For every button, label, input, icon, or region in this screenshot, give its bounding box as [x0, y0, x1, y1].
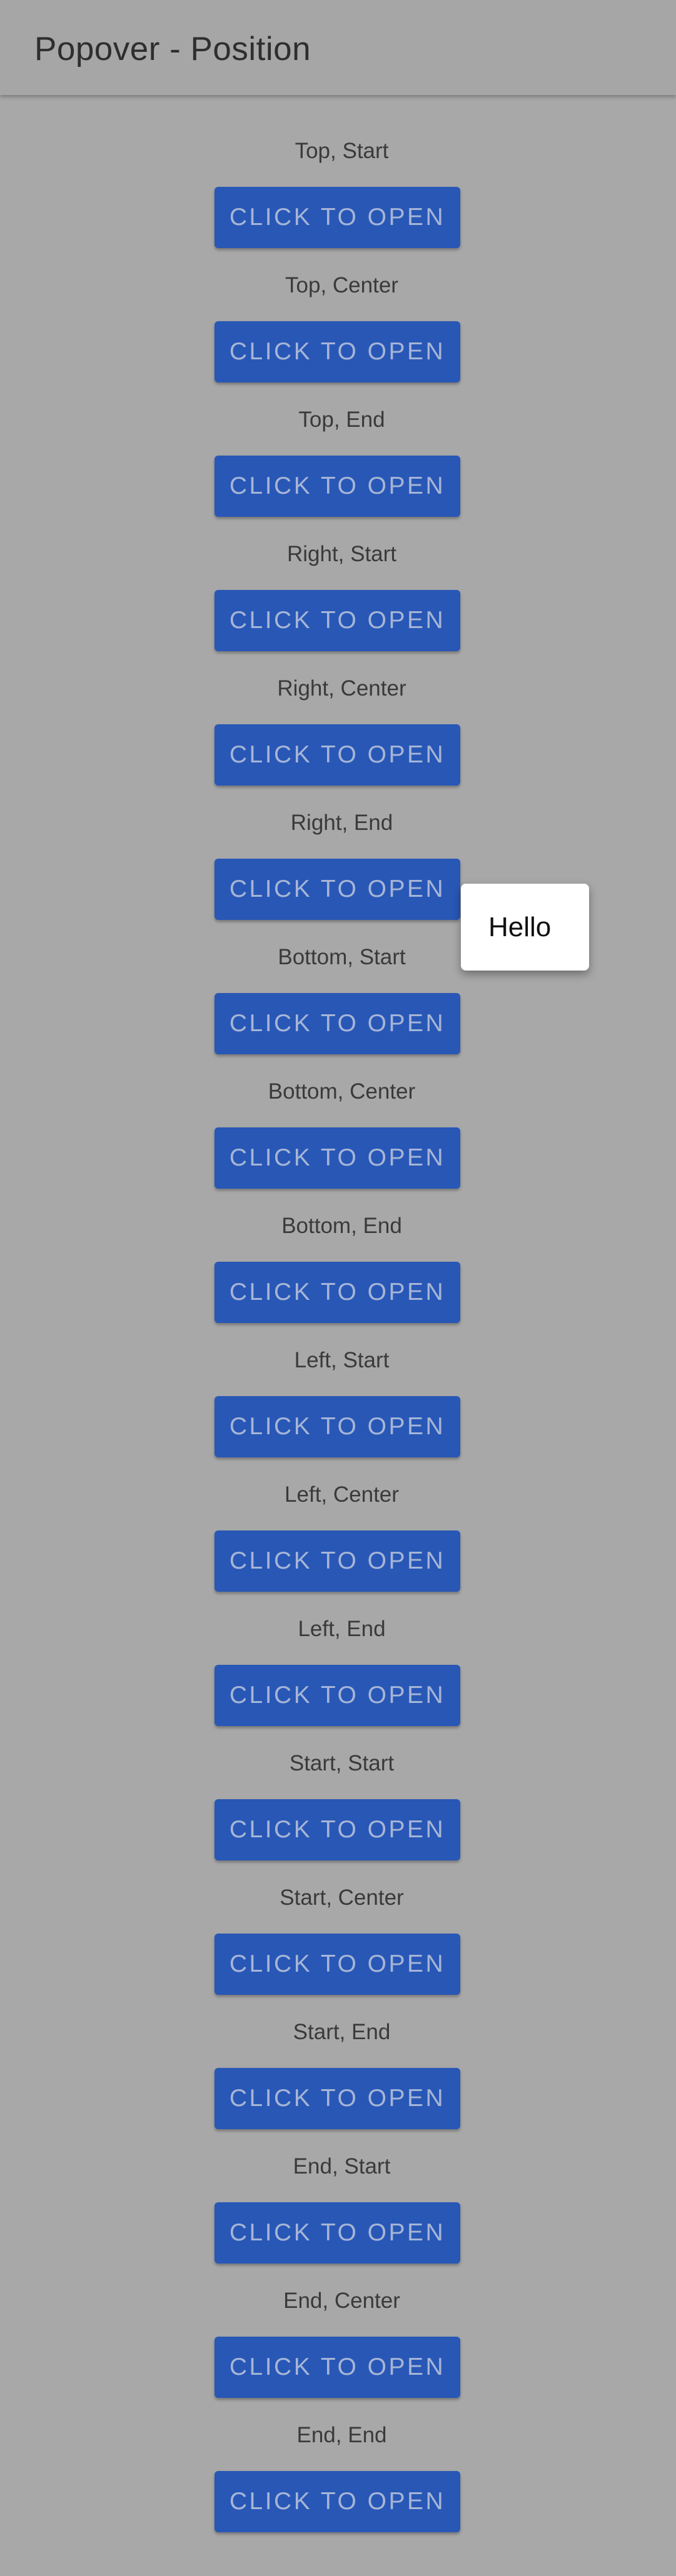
section-top-end: Top, End CLICK TO OPEN — [0, 364, 676, 517]
section-left-center: Left, Center CLICK TO OPEN — [0, 1439, 676, 1592]
section-start-end: Start, End CLICK TO OPEN — [0, 1976, 676, 2129]
click-to-open-button[interactable]: CLICK TO OPEN — [214, 2471, 460, 2532]
click-to-open-button[interactable]: CLICK TO OPEN — [214, 187, 460, 248]
section-label: Left, End — [298, 1617, 386, 1641]
section-left-end: Left, End CLICK TO OPEN — [0, 1573, 676, 1726]
popover-text: Hello — [488, 911, 552, 942]
click-to-open-button[interactable]: CLICK TO OPEN — [214, 1799, 460, 1860]
click-to-open-button[interactable]: CLICK TO OPEN — [214, 2068, 460, 2129]
app-bar: Popover - Position — [0, 0, 676, 95]
click-to-open-button[interactable]: CLICK TO OPEN — [214, 456, 460, 517]
section-right-end: Right, End CLICK TO OPEN — [0, 767, 676, 920]
click-to-open-button[interactable]: CLICK TO OPEN — [214, 321, 460, 382]
click-to-open-button[interactable]: CLICK TO OPEN — [214, 2337, 460, 2398]
section-label: End, End — [296, 2423, 387, 2447]
section-label: Left, Start — [294, 1348, 390, 1372]
click-to-open-button[interactable]: CLICK TO OPEN — [214, 590, 460, 651]
section-start-start: Start, Start CLICK TO OPEN — [0, 1707, 676, 1860]
section-right-start: Right, Start CLICK TO OPEN — [0, 498, 676, 651]
popover: Hello — [461, 884, 589, 971]
section-top-start: Top, Start CLICK TO OPEN — [0, 95, 676, 248]
section-label: Start, Start — [289, 1751, 395, 1775]
click-to-open-button[interactable]: CLICK TO OPEN — [214, 1127, 460, 1189]
section-end-start: End, Start CLICK TO OPEN — [0, 2110, 676, 2264]
page-title: Popover - Position — [34, 31, 311, 67]
section-label: Bottom, Center — [268, 1079, 416, 1104]
section-label: Start, Center — [280, 1885, 404, 1910]
section-bottom-end: Bottom, End CLICK TO OPEN — [0, 1170, 676, 1323]
section-label: Top, End — [298, 407, 385, 432]
popover-position-list: Top, Start CLICK TO OPEN Top, Center CLI… — [0, 95, 676, 2532]
section-label: Right, Start — [286, 542, 397, 566]
section-bottom-center: Bottom, Center CLICK TO OPEN — [0, 1036, 676, 1189]
section-label: Bottom, End — [281, 1214, 402, 1238]
section-label: Top, Center — [285, 273, 398, 297]
click-to-open-button[interactable]: CLICK TO OPEN — [214, 1530, 460, 1592]
section-label: Right, End — [290, 811, 393, 835]
section-top-center: Top, Center CLICK TO OPEN — [0, 229, 676, 382]
section-right-center: Right, Center CLICK TO OPEN — [0, 632, 676, 786]
click-to-open-button[interactable]: CLICK TO OPEN — [214, 1262, 460, 1323]
section-end-end: End, End CLICK TO OPEN — [0, 2379, 676, 2532]
section-label: End, Center — [283, 2289, 400, 2313]
click-to-open-button[interactable]: CLICK TO OPEN — [214, 1396, 460, 1457]
click-to-open-button[interactable]: CLICK TO OPEN — [214, 2202, 460, 2264]
section-label: Start, End — [293, 2020, 391, 2044]
click-to-open-button[interactable]: CLICK TO OPEN — [214, 1665, 460, 1726]
click-to-open-button[interactable]: CLICK TO OPEN — [214, 993, 460, 1054]
click-to-open-button[interactable]: CLICK TO OPEN — [214, 859, 460, 920]
click-to-open-button[interactable]: CLICK TO OPEN — [214, 1934, 460, 1995]
section-end-center: End, Center CLICK TO OPEN — [0, 2245, 676, 2398]
click-to-open-button[interactable]: CLICK TO OPEN — [214, 724, 460, 786]
section-label: Top, Start — [295, 139, 389, 163]
section-label: Right, Center — [277, 676, 406, 701]
section-start-center: Start, Center CLICK TO OPEN — [0, 1842, 676, 1995]
section-left-start: Left, Start CLICK TO OPEN — [0, 1304, 676, 1457]
section-label: Left, Center — [285, 1482, 399, 1507]
section-label: End, Start — [293, 2154, 391, 2179]
